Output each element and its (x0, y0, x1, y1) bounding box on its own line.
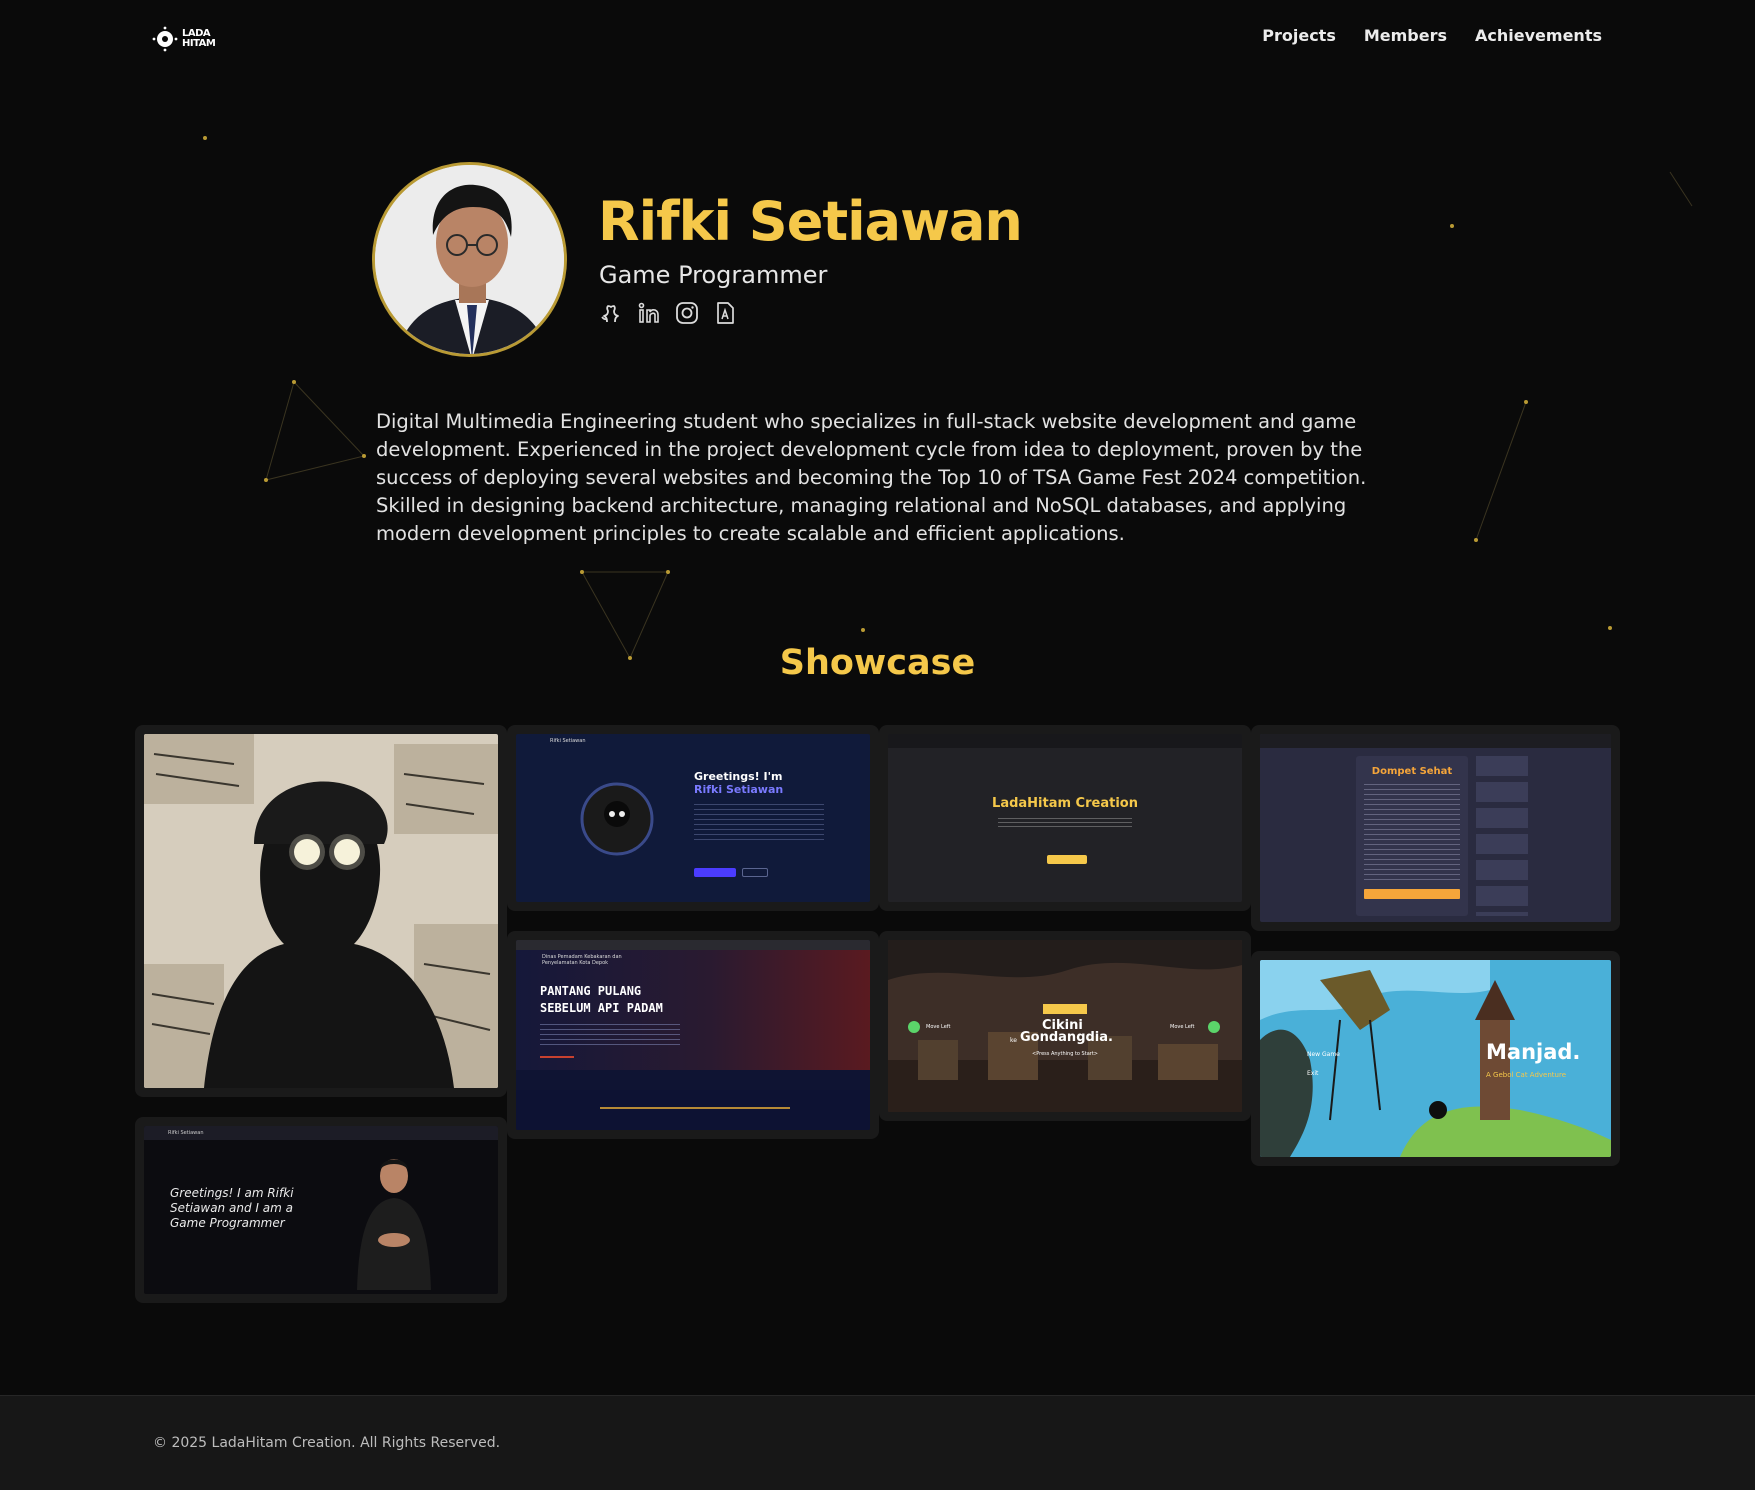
portfolio-light-screenshot: Rifki Setiawan Greetings! I am Rifki Set… (144, 1126, 498, 1294)
site-footer: © 2025 LadaHitam Creation. All Rights Re… (0, 1395, 1755, 1490)
mini-heading: LadaHitam Creation (992, 796, 1138, 811)
person-figure (357, 1159, 431, 1290)
mini-right-hint: Move Left (1170, 1024, 1195, 1030)
mini-title-line2: Gondangdia. (1020, 1030, 1113, 1045)
showcase-card-portfolio-dark[interactable]: Rifki Setiawan Greetings! I'm Rifki Seti… (507, 725, 879, 911)
mini-left-hint: Move Left (926, 1024, 951, 1030)
showcase-card-damkar[interactable]: Dinas Pemadam Kebakaran dan Penyelamatan… (507, 931, 879, 1139)
social-links (598, 300, 738, 326)
showcase-card-dompet-sehat[interactable]: Dompet Sehat (1251, 725, 1620, 931)
dompet-sehat-screenshot: Dompet Sehat (1260, 734, 1611, 922)
mini-highlight: Rifki Setiawan (694, 783, 784, 796)
pepper-logo-icon (152, 26, 178, 52)
mini-title: Manjad. (1486, 1040, 1581, 1064)
main-nav: Projects Members Achievements (1262, 26, 1602, 45)
portfolio-dark-screenshot: Rifki Setiawan Greetings! I'm Rifki Seti… (516, 734, 870, 902)
mini-brand: Rifki Setiawan (550, 738, 586, 744)
damkar-screenshot: Dinas Pemadam Kebakaran dan Penyelamatan… (516, 940, 870, 1130)
showcase-card-manjad[interactable]: New Game Exit Manjad. A Gebol Cat Advent… (1251, 951, 1620, 1166)
mini-subtitle: A Gebol Cat Adventure (1486, 1071, 1566, 1079)
showcase-card-collage[interactable] (135, 725, 507, 1097)
showcase-title: Showcase (779, 643, 976, 683)
cikini-game-screenshot: Move Left Move Left Cikini ke Gondangdia… (888, 940, 1242, 1112)
profile-avatar (372, 162, 567, 357)
profile-name: Rifki Setiawan (598, 190, 1023, 253)
avatar-orb (580, 782, 654, 856)
mini-heading-line2: SEBELUM API PADAM (540, 1001, 663, 1015)
showcase-card-portfolio-light[interactable]: Rifki Setiawan Greetings! I am Rifki Set… (135, 1117, 507, 1303)
profile-role: Game Programmer (599, 261, 828, 289)
instagram-icon[interactable] (674, 300, 700, 326)
showcase-card-cikini[interactable]: Move Left Move Left Cikini ke Gondangdia… (879, 931, 1251, 1121)
mini-menu-exit: Exit (1307, 1070, 1319, 1077)
github-icon[interactable] (598, 300, 624, 326)
nav-achievements[interactable]: Achievements (1475, 26, 1602, 45)
showcase-card-ladahitam[interactable]: LadaHitam Creation (879, 725, 1251, 911)
brand-logo[interactable]: LADA HITAM (152, 24, 216, 54)
logo-text-bottom: HITAM (182, 38, 216, 49)
manjad-game-screenshot: New Game Exit Manjad. A Gebol Cat Advent… (1260, 960, 1611, 1157)
nav-members[interactable]: Members (1364, 26, 1447, 45)
resume-icon[interactable] (712, 300, 738, 326)
mini-heading: Greetings! I'm (694, 770, 783, 783)
collage-artwork-image (144, 734, 498, 1088)
mini-agency: Dinas Pemadam Kebakaran dan Penyelamatan… (542, 954, 622, 966)
footer-copyright: © 2025 LadaHitam Creation. All Rights Re… (153, 1435, 501, 1451)
mini-menu-new: New Game (1307, 1051, 1340, 1058)
ladahitam-screenshot: LadaHitam Creation (888, 734, 1242, 902)
mini-heading: Dompet Sehat (1371, 766, 1453, 777)
mini-heading-line1: PANTANG PULANG (540, 984, 642, 998)
nav-projects[interactable]: Projects (1262, 26, 1336, 45)
site-header: LADA HITAM Projects Members Achievements (0, 0, 1755, 80)
mini-greeting: Greetings! I am Rifki Setiawan and I am … (170, 1186, 294, 1230)
profile-bio: Digital Multimedia Engineering student w… (376, 410, 1367, 545)
mini-brand: Rifki Setiawan (168, 1130, 204, 1136)
mini-start-hint: <Press Anything to Start> (1032, 1051, 1098, 1057)
mini-title-prefix: ke (1010, 1037, 1017, 1044)
linkedin-icon[interactable] (636, 300, 662, 326)
